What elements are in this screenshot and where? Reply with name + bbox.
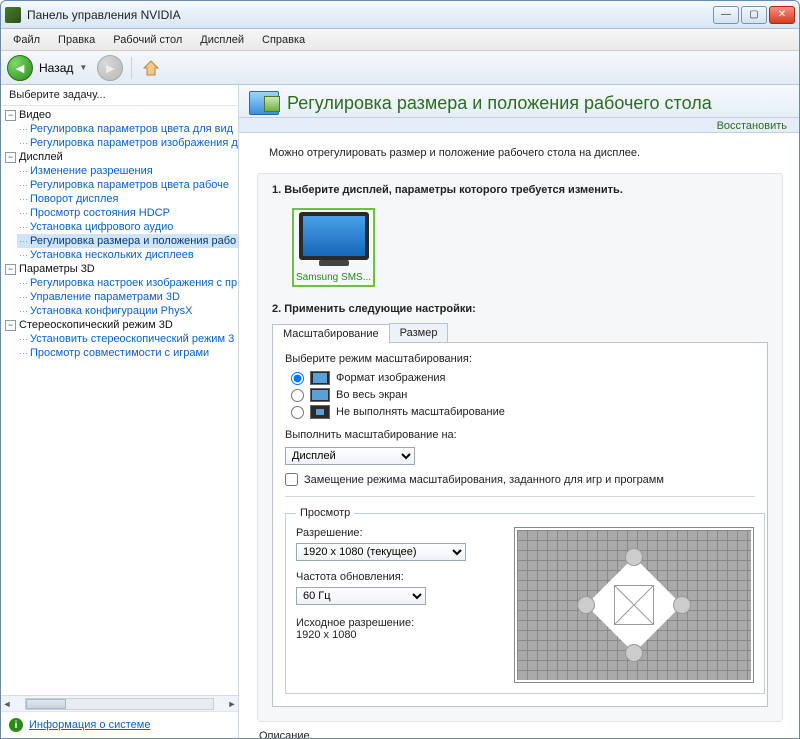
tree-cat-display[interactable]: −Дисплей xyxy=(3,150,238,164)
override-checkbox[interactable] xyxy=(285,473,298,486)
preview-pattern xyxy=(514,527,754,683)
back-history-dropdown[interactable]: ▼ xyxy=(79,63,87,72)
radio-aspect-label: Формат изображения xyxy=(336,372,446,384)
resolution-select[interactable]: 1920 x 1080 (текущее) xyxy=(296,543,466,561)
radio-noscale[interactable] xyxy=(291,406,304,419)
tree-item[interactable]: ⋯Регулировка параметров цвета рабоче xyxy=(17,178,238,192)
scroll-thumb[interactable] xyxy=(26,699,66,709)
native-res-value: 1920 x 1080 xyxy=(296,629,496,641)
refresh-select[interactable]: 60 Гц xyxy=(296,587,426,605)
info-icon: i xyxy=(9,718,23,732)
collapse-icon[interactable]: − xyxy=(5,152,16,163)
override-check-row[interactable]: Замещение режима масштабирования, заданн… xyxy=(285,473,755,486)
menu-edit[interactable]: Правка xyxy=(50,32,103,48)
tree-item[interactable]: ⋯Управление параметрами 3D xyxy=(17,290,238,304)
sidebar-footer: i Информация о системе xyxy=(1,711,238,738)
collapse-icon[interactable]: − xyxy=(5,264,16,275)
step1-title: 1. Выберите дисплей, параметры которого … xyxy=(272,184,768,196)
tree-item[interactable]: ⋯Просмотр совместимости с играми xyxy=(17,346,238,360)
tree-item-selected[interactable]: ⋯Регулировка размера и положения рабо xyxy=(17,234,238,248)
preview-fieldset: Просмотр Разрешение: 1920 x 1080 (текуще… xyxy=(285,507,765,694)
tree-cat-video[interactable]: −Видео xyxy=(3,108,238,122)
settings-tabbar: Масштабирование Размер xyxy=(272,323,768,343)
task-sidebar: Выберите задачу... −Видео ⋯Регулировка п… xyxy=(1,85,239,738)
titlebar: Панель управления NVIDIA — ▢ ✕ xyxy=(1,1,799,29)
aspect-icon xyxy=(310,371,330,385)
menu-file[interactable]: Файл xyxy=(5,32,48,48)
resolution-label: Разрешение: xyxy=(296,527,496,539)
close-button[interactable]: ✕ xyxy=(769,6,795,24)
page-title: Регулировка размера и положения рабочего… xyxy=(287,93,789,114)
window-title: Панель управления NVIDIA xyxy=(27,8,713,22)
separator xyxy=(285,496,755,497)
fullscreen-icon xyxy=(310,388,330,402)
page-icon xyxy=(249,91,279,115)
collapse-icon[interactable]: − xyxy=(5,320,16,331)
minimize-button[interactable]: — xyxy=(713,6,739,24)
tree-item[interactable]: ⋯Изменение разрешения xyxy=(17,164,238,178)
tree-item[interactable]: ⋯Регулировка настроек изображения с пр xyxy=(17,276,238,290)
forward-button[interactable]: ► xyxy=(97,55,123,81)
step2-title: 2. Применить следующие настройки: xyxy=(272,303,768,315)
perform-on-label: Выполнить масштабирование на: xyxy=(285,429,755,441)
refresh-label: Частота обновления: xyxy=(296,571,496,583)
tree-item[interactable]: ⋯Поворот дисплея xyxy=(17,192,238,206)
menu-desktop[interactable]: Рабочий стол xyxy=(105,32,190,48)
tab-size[interactable]: Размер xyxy=(389,323,449,342)
content-pane: Регулировка размера и положения рабочего… xyxy=(239,85,799,738)
home-button[interactable] xyxy=(140,57,162,79)
settings-panel: 1. Выберите дисплей, параметры которого … xyxy=(257,173,783,722)
home-icon xyxy=(142,59,160,77)
radio-aspect[interactable] xyxy=(291,372,304,385)
tree-item[interactable]: ⋯Установка цифрового аудио xyxy=(17,220,238,234)
tab-scaling[interactable]: Масштабирование xyxy=(272,324,390,343)
sidebar-hscroll[interactable]: ◄ ► xyxy=(1,695,238,711)
system-info-link[interactable]: Информация о системе xyxy=(29,719,150,731)
maximize-button[interactable]: ▢ xyxy=(741,6,767,24)
tab-panel-scaling: Выберите режим масштабирования: Формат и… xyxy=(272,343,768,707)
radio-noscale-label: Не выполнять масштабирование xyxy=(336,406,505,418)
tree-item[interactable]: ⋯Установить стереоскопический режим 3 xyxy=(17,332,238,346)
toolbar-divider xyxy=(131,57,132,79)
native-res-label: Исходное разрешение: xyxy=(296,617,496,629)
tree-item[interactable]: ⋯Регулировка параметров изображения д xyxy=(17,136,238,150)
menubar: Файл Правка Рабочий стол Дисплей Справка xyxy=(1,29,799,51)
tree-item[interactable]: ⋯Просмотр состояния HDCP xyxy=(17,206,238,220)
task-tree[interactable]: −Видео ⋯Регулировка параметров цвета для… xyxy=(1,106,238,695)
scaling-mode-label: Выберите режим масштабирования: xyxy=(285,353,755,365)
menu-display[interactable]: Дисплей xyxy=(192,32,252,48)
back-label: Назад xyxy=(39,61,73,75)
preview-legend: Просмотр xyxy=(296,507,354,519)
content-header: Регулировка размера и положения рабочего… xyxy=(239,85,799,118)
app-icon xyxy=(5,7,21,23)
radio-aspect-row[interactable]: Формат изображения xyxy=(291,371,755,385)
tree-item[interactable]: ⋯Установка нескольких дисплеев xyxy=(17,248,238,262)
monitor-label: Samsung SMS... xyxy=(296,272,371,283)
monitor-icon xyxy=(299,212,369,260)
description-footer: Описание. xyxy=(259,730,783,738)
menu-help[interactable]: Справка xyxy=(254,32,313,48)
sidebar-header: Выберите задачу... xyxy=(1,85,238,106)
scroll-right-icon[interactable]: ► xyxy=(226,699,238,709)
tree-item[interactable]: ⋯Установка конфигурации PhysX xyxy=(17,304,238,318)
nav-toolbar: ◄ Назад ▼ ► xyxy=(1,51,799,85)
tree-item[interactable]: ⋯Регулировка параметров цвета для вид xyxy=(17,122,238,136)
radio-noscale-row[interactable]: Не выполнять масштабирование xyxy=(291,405,755,419)
scroll-left-icon[interactable]: ◄ xyxy=(1,699,13,709)
perform-on-select[interactable]: Дисплей xyxy=(285,447,415,465)
display-thumbnail[interactable]: Samsung SMS... xyxy=(292,208,375,287)
radio-fullscreen[interactable] xyxy=(291,389,304,402)
radio-fullscreen-label: Во весь экран xyxy=(336,389,407,401)
page-description: Можно отрегулировать размер и положение … xyxy=(269,147,783,159)
tree-cat-stereo[interactable]: −Стереоскопический режим 3D xyxy=(3,318,238,332)
back-button[interactable]: ◄ xyxy=(7,55,33,81)
collapse-icon[interactable]: − xyxy=(5,110,16,121)
restore-defaults-link[interactable]: Восстановить xyxy=(717,120,787,134)
noscale-icon xyxy=(310,405,330,419)
radio-fullscreen-row[interactable]: Во весь экран xyxy=(291,388,755,402)
override-label: Замещение режима масштабирования, заданн… xyxy=(304,474,664,486)
tree-cat-3d[interactable]: −Параметры 3D xyxy=(3,262,238,276)
